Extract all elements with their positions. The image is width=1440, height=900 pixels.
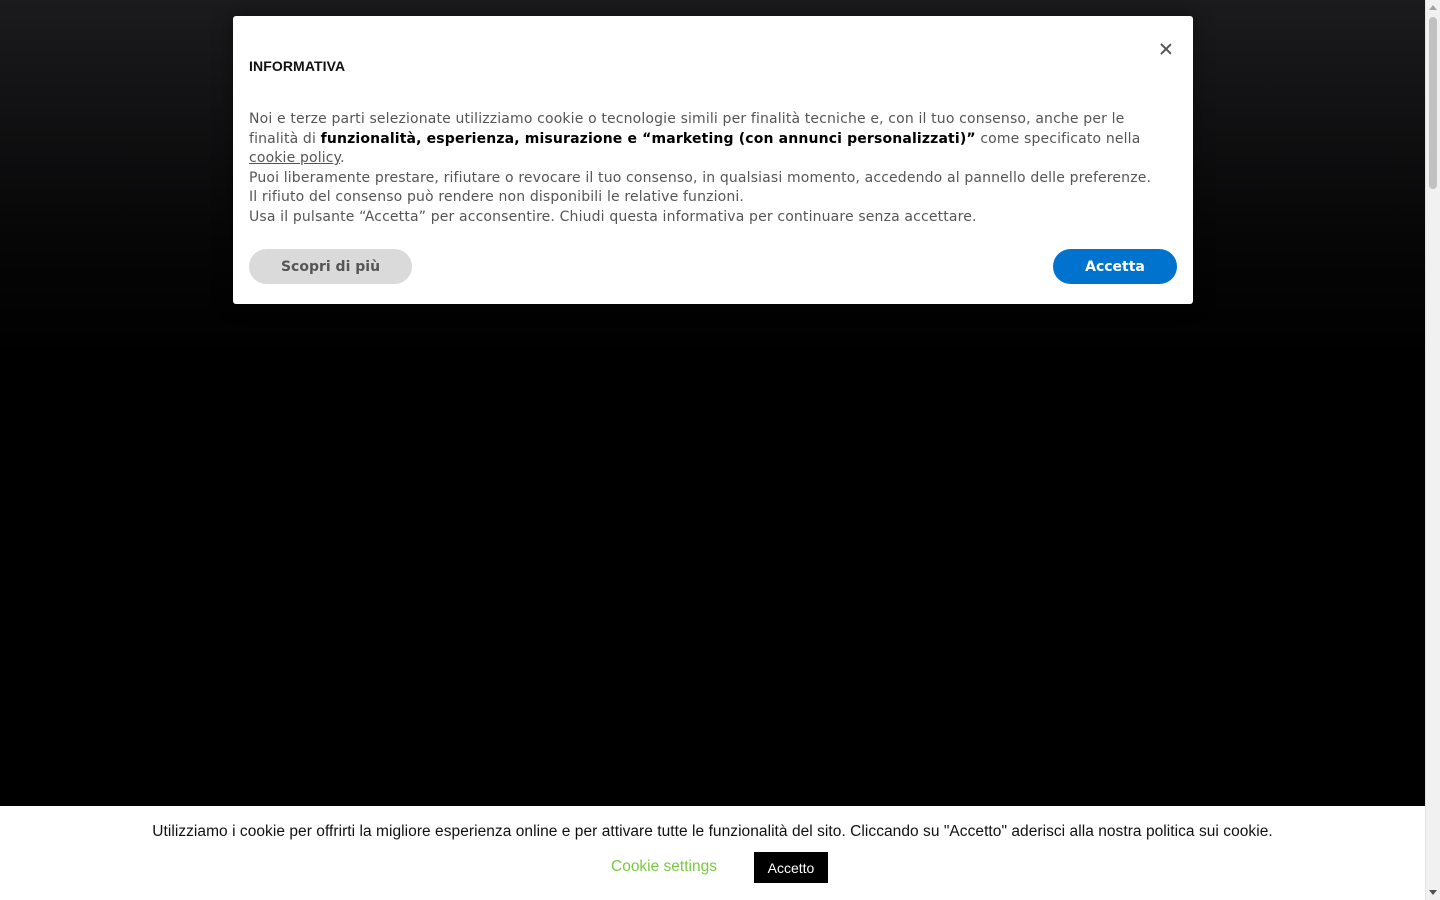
- after-purposes-text: come specificato nella: [975, 130, 1141, 147]
- scroll-up-icon[interactable]: [1429, 5, 1437, 10]
- cookie-accept-button[interactable]: Accetto: [754, 852, 828, 883]
- cookie-bar-message: Utilizziamo i cookie per offrirti la mig…: [152, 823, 1273, 840]
- cookie-bar: Utilizziamo i cookie per offrirti la mig…: [0, 806, 1425, 900]
- instructions-paragraph: Usa il pulsante “Accetta” per acconsenti…: [249, 208, 977, 225]
- cookie-settings-link[interactable]: Cookie settings: [611, 858, 717, 876]
- cookie-policy-link[interactable]: cookie policy: [249, 150, 340, 166]
- after-link-text: .: [340, 150, 345, 166]
- scroll-down-icon[interactable]: [1429, 890, 1437, 895]
- learn-more-button[interactable]: Scopri di più: [249, 249, 412, 284]
- consent-modal: INFORMATIVA Noi e terze parti selezionat…: [233, 16, 1193, 304]
- scroll-thumb[interactable]: [1429, 17, 1437, 189]
- close-icon[interactable]: [1157, 40, 1175, 58]
- consent-paragraph: Puoi liberamente prestare, rifiutare o r…: [249, 169, 1152, 206]
- accept-button[interactable]: Accetta: [1053, 249, 1177, 284]
- consent-intro-paragraph: Noi e terze parti selezionate utilizziam…: [249, 110, 1159, 169]
- vertical-scrollbar[interactable]: [1425, 0, 1440, 900]
- purposes-text: funzionalità, esperienza, misurazione e …: [320, 130, 976, 147]
- page-background: INFORMATIVA Noi e terze parti selezionat…: [0, 0, 1440, 900]
- modal-body: Noi e terze parti selezionate utilizziam…: [249, 110, 1159, 227]
- modal-title: INFORMATIVA: [249, 58, 346, 74]
